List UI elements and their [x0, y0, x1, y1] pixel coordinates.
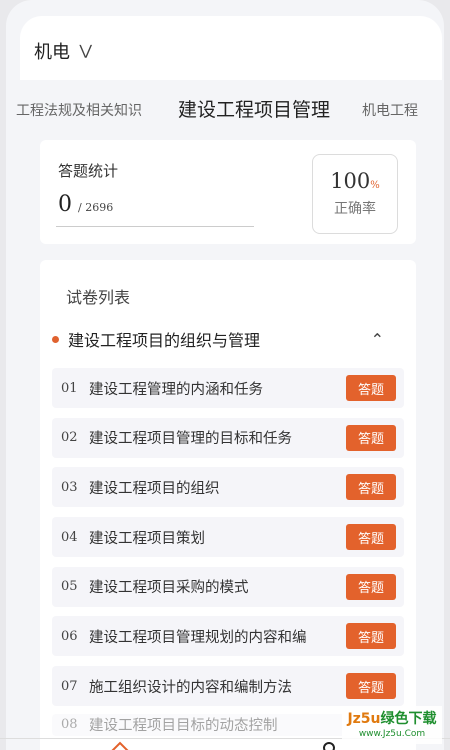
total-value: / 2696	[78, 201, 114, 214]
double-chevron-down-icon: ⋁	[79, 43, 93, 59]
answered-value: 0	[58, 192, 72, 217]
list-item[interactable]: 03 建设工程项目的组织 答题	[52, 467, 404, 508]
item-number: 01	[61, 380, 78, 396]
stats-card: 答题统计 0 / 2696 100% 正确率	[40, 140, 416, 244]
answer-button[interactable]: 答题	[346, 424, 396, 451]
answer-button[interactable]: 答题	[346, 375, 396, 401]
app-screen: 机电 ⋁ 工程法规及相关知识 建设工程项目管理 机电工程 答题统计 0 / 26…	[6, 0, 444, 750]
watermark-url: www.Jz5u.Com	[358, 729, 426, 739]
chapter-dot	[52, 335, 59, 343]
item-name: 建设工程项目采购的模式	[89, 580, 249, 597]
accuracy-unit: %	[370, 180, 380, 191]
subject-selector[interactable]: 机电 ⋁	[34, 38, 93, 64]
answer-button[interactable]: 答题	[346, 673, 396, 700]
answer-button[interactable]: 答题	[346, 573, 396, 600]
list-item[interactable]: 06 建设工程项目管理规划的内容和编 答题	[52, 616, 404, 657]
watermark-logo: Jz5u绿色下载	[342, 708, 442, 728]
watermark-prefix: Jz5u	[347, 711, 381, 727]
list-item[interactable]: 04 建设工程项目策划 答题	[52, 517, 404, 558]
list-item[interactable]: 01 建设工程管理的内涵和任务 答题	[52, 368, 404, 408]
list-item[interactable]: 07 施工组织设计的内容和编制方法 答题	[52, 666, 404, 707]
chevron-up-icon[interactable]: ⌃	[371, 330, 384, 349]
paper-list-panel: 试卷列表 建设工程项目的组织与管理 ⌃ 01 建设工程管理的内涵和任务 答题 0…	[40, 260, 416, 750]
paper-list-title: 试卷列表	[66, 288, 131, 307]
home-icon[interactable]	[110, 740, 130, 750]
paper-items: 01 建设工程管理的内涵和任务 答题 02 建设工程项目管理的目标和任务 答题 …	[52, 368, 404, 746]
watermark-suffix: 绿色下载	[380, 711, 437, 727]
accuracy-value: 100	[330, 169, 371, 193]
chapter-header[interactable]: 建设工程项目的组织与管理 ⌃	[52, 326, 404, 352]
list-item[interactable]: 05 建设工程项目采购的模式 答题	[52, 566, 404, 607]
stats-title: 答题统计	[58, 162, 119, 180]
tab-laws[interactable]: 工程法规及相关知识	[16, 100, 142, 120]
item-number: 05	[61, 579, 78, 595]
item-number: 06	[61, 628, 78, 644]
subject-label: 机电	[34, 42, 70, 63]
item-name: 建设工程项目策划	[89, 530, 205, 547]
divider	[56, 226, 254, 227]
answer-button[interactable]: 答题	[346, 474, 396, 501]
item-name: 建设工程项目管理规划的内容和编	[89, 629, 307, 646]
accuracy-value-row: 100%	[313, 169, 397, 193]
answer-button[interactable]: 答题	[346, 623, 396, 650]
answered-count: 0 / 2696	[58, 192, 113, 217]
chapter-title: 建设工程项目的组织与管理	[68, 331, 261, 350]
list-item[interactable]: 02 建设工程项目管理的目标和任务 答题	[52, 417, 404, 458]
tab-project-management[interactable]: 建设工程项目管理	[178, 95, 330, 122]
watermark: Jz5u绿色下载 www.Jz5u.Com	[342, 706, 442, 744]
accuracy-label: 正确率	[334, 201, 376, 217]
item-name: 施工组织设计的内容和编制方法	[89, 679, 292, 696]
item-number: 08	[61, 717, 78, 733]
item-name: 建设工程管理的内涵和任务	[89, 381, 263, 398]
subject-tabs: 工程法规及相关知识 建设工程项目管理 机电工程	[6, 92, 444, 124]
item-name: 建设工程项目的组织	[89, 480, 220, 497]
tab-mechanical[interactable]: 机电工程	[362, 100, 418, 120]
user-icon[interactable]	[322, 740, 336, 750]
accuracy-box: 100% 正确率	[312, 154, 398, 234]
item-number: 02	[61, 430, 78, 446]
item-name: 建设工程项目管理的目标和任务	[89, 431, 292, 448]
item-number: 03	[61, 479, 78, 495]
answer-button[interactable]: 答题	[346, 524, 396, 551]
item-number: 07	[61, 678, 78, 694]
item-number: 04	[61, 529, 78, 545]
